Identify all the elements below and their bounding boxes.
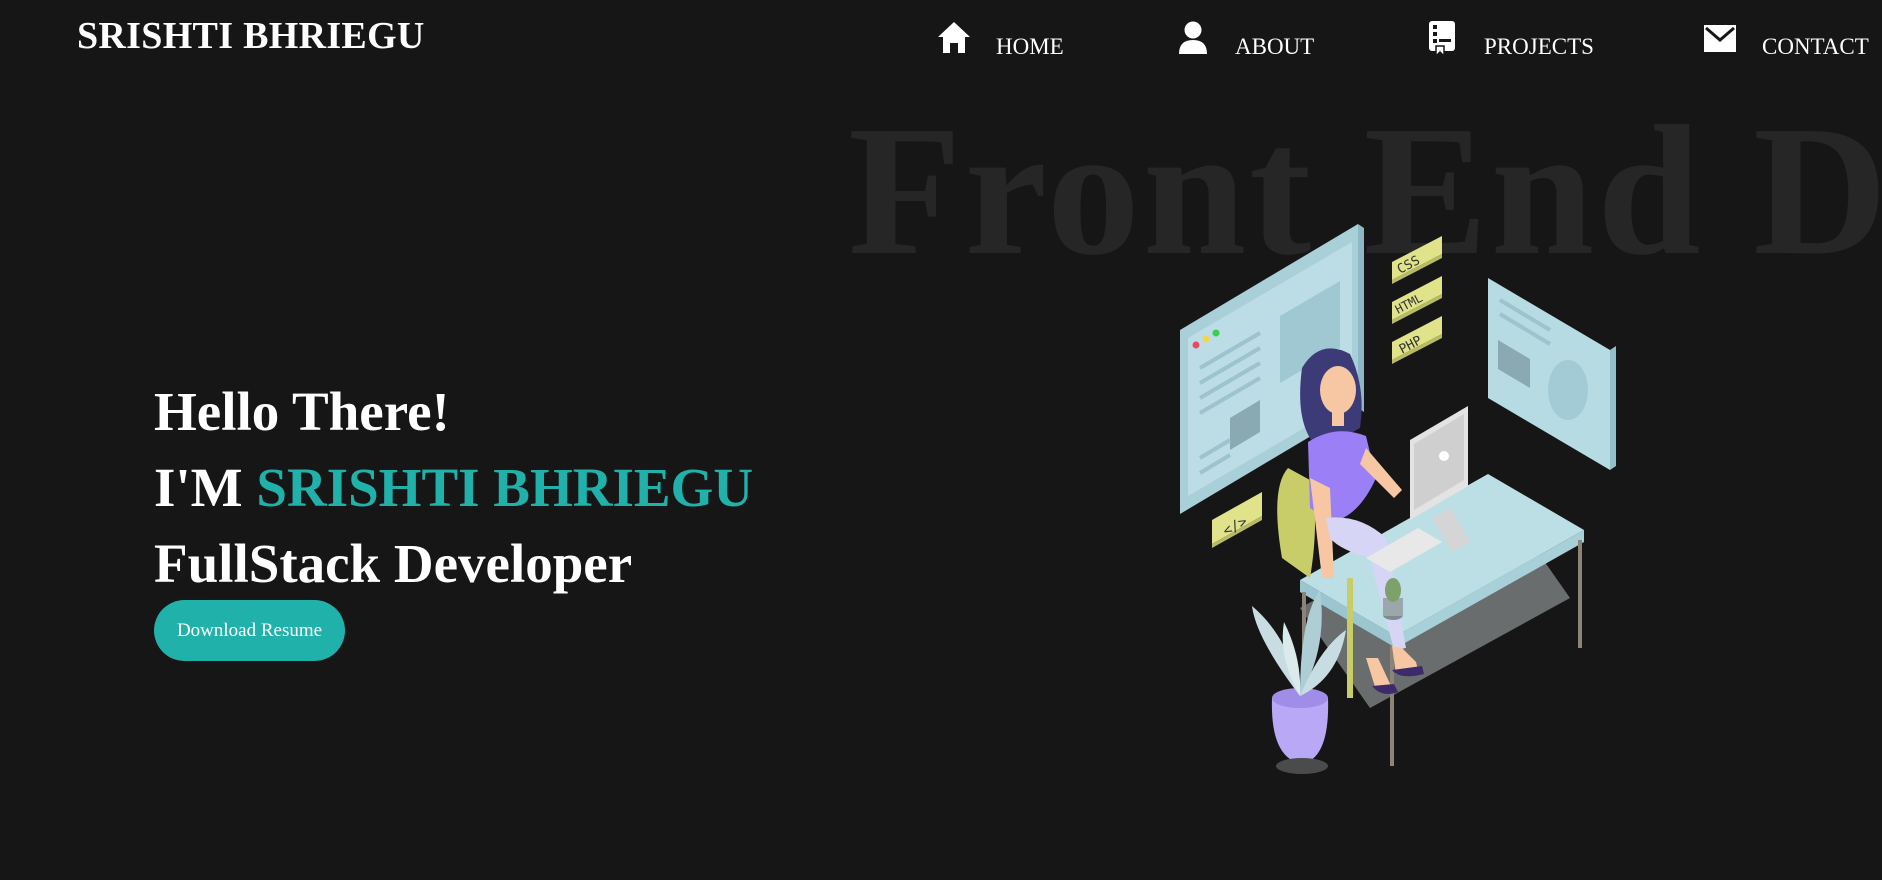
mail-icon (1702, 20, 1738, 56)
nav-projects-label: PROJECTS (1484, 34, 1594, 59)
main-nav: HOME ABOUT PROJECTS CONTACT (0, 20, 1882, 60)
page: SRISHTI BHRIEGU HOME ABOUT PROJECTS CONT… (0, 0, 1882, 880)
nav-about-label: ABOUT (1235, 34, 1315, 59)
hero-greeting: Hello There! (154, 381, 450, 442)
hero-role: FullStack Developer (154, 533, 633, 594)
home-icon (936, 20, 972, 56)
nav-about-link[interactable]: ABOUT (1175, 20, 1315, 59)
side-panel (1488, 278, 1616, 470)
hero-name: SRISHTI BHRIEGU (256, 457, 754, 518)
nav-projects-link[interactable]: PROJECTS (1424, 20, 1594, 59)
nav-contact-label: CONTACT (1762, 34, 1869, 59)
user-icon (1175, 20, 1211, 56)
hero-intro-prefix: I'M (154, 457, 257, 518)
hero-section: Hello There! I'M SRISHTI BHRIEGU FullSta… (154, 374, 753, 602)
nav-home-label: HOME (996, 34, 1064, 59)
projects-icon (1424, 20, 1460, 58)
developer-illustration: CSS HTML PHP </> (1180, 224, 1616, 774)
download-resume-button[interactable]: Download Resume (154, 600, 345, 661)
desk-cactus (1383, 578, 1403, 620)
nav-home-link[interactable]: HOME (936, 20, 1064, 59)
nav-contact-link[interactable]: CONTACT (1702, 20, 1869, 59)
hero-intro: I'M SRISHTI BHRIEGU (154, 450, 753, 526)
